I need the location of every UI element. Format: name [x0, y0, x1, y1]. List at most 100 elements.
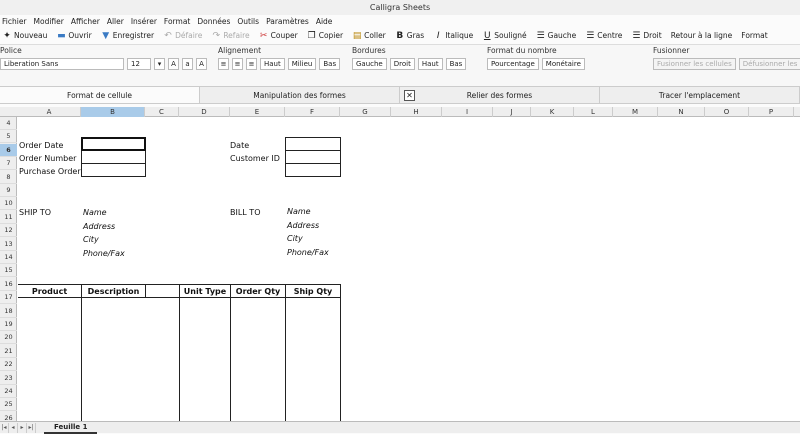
menu-inserer[interactable]: Insérer: [131, 17, 157, 26]
column-header-f[interactable]: F: [285, 107, 340, 117]
row-header-5[interactable]: 5: [0, 130, 17, 144]
menu-format[interactable]: Format: [164, 17, 190, 26]
wrap-text-button[interactable]: Retour à la ligne: [671, 31, 733, 40]
prev-sheet-icon[interactable]: ◂: [9, 422, 18, 433]
column-header-p[interactable]: P: [749, 107, 794, 117]
column-header-b[interactable]: B: [81, 107, 145, 117]
tab-connect-shapes[interactable]: ✕ Relier des formes: [400, 87, 600, 103]
row-header-21[interactable]: 21: [0, 345, 17, 358]
row-header-24[interactable]: 24: [0, 385, 17, 398]
open-button[interactable]: ▬ Ouvrir: [56, 31, 92, 41]
align-right-icon[interactable]: ≡: [246, 58, 257, 70]
last-sheet-icon[interactable]: ▸|: [27, 422, 36, 433]
column-header-m[interactable]: M: [613, 107, 658, 117]
customer-info-box[interactable]: [285, 137, 341, 177]
column-header-n[interactable]: N: [658, 107, 705, 117]
align-center-icon[interactable]: ≡: [232, 58, 243, 70]
bold-button[interactable]: B Gras: [395, 31, 424, 41]
border-right-button[interactable]: Droit: [389, 58, 415, 70]
row-header-16[interactable]: 16: [0, 278, 17, 291]
row-header-9[interactable]: 9: [0, 184, 17, 197]
tab-cell-format[interactable]: Format de cellule: [0, 87, 200, 103]
row-header-17[interactable]: 17: [0, 291, 17, 305]
tab-trace-location[interactable]: Tracer l'emplacement: [600, 87, 800, 103]
column-header-k[interactable]: K: [531, 107, 574, 117]
money-button[interactable]: Monétaire: [541, 58, 585, 70]
row-header-15[interactable]: 15: [0, 264, 17, 278]
tab-shape-manipulation[interactable]: Manipulation des formes: [200, 87, 400, 103]
border-left-button[interactable]: Gauche: [352, 58, 387, 70]
sheet-tab[interactable]: Feuille 1: [44, 422, 98, 434]
font-group: Police Liberation Sans 12 ▾ A a A: [0, 45, 215, 70]
align-center-button[interactable]: ☰ Centre: [585, 31, 622, 41]
row-header-18[interactable]: 18: [0, 305, 17, 318]
align-middle-button[interactable]: Milieu: [287, 58, 317, 70]
column-header-j[interactable]: J: [493, 107, 531, 117]
border-bottom-button[interactable]: Bas: [445, 58, 467, 70]
align-right-button[interactable]: ☰ Droit: [631, 31, 661, 41]
percent-button[interactable]: Pourcentage: [487, 58, 539, 70]
column-header-e[interactable]: E: [230, 107, 285, 117]
align-bottom-button[interactable]: Bas: [319, 58, 341, 70]
first-sheet-icon[interactable]: |◂: [0, 422, 9, 433]
next-sheet-icon[interactable]: ▸: [18, 422, 27, 433]
row-header-8[interactable]: 8: [0, 171, 17, 184]
shrink-font-icon[interactable]: a: [182, 58, 193, 70]
close-icon[interactable]: ✕: [404, 90, 415, 101]
copy-button[interactable]: ❐ Copier: [307, 31, 343, 41]
column-header-d[interactable]: D: [179, 107, 230, 117]
format-button[interactable]: Format: [741, 31, 767, 40]
align-top-button[interactable]: Haut: [260, 58, 285, 70]
unmerge-cells-button[interactable]: Défusionner les cellules: [738, 58, 800, 70]
new-button[interactable]: ✦ Nouveau: [2, 31, 47, 41]
column-header-l[interactable]: L: [574, 107, 613, 117]
merge-cells-button[interactable]: Fusionner les cellules: [653, 58, 736, 70]
row-header-4[interactable]: 4: [0, 117, 17, 130]
row-header-20[interactable]: 20: [0, 331, 17, 345]
column-header-c[interactable]: C: [145, 107, 179, 117]
row-header-6[interactable]: 6: [0, 143, 17, 157]
redo-button[interactable]: ↷ Refaire: [211, 31, 250, 41]
undo-button[interactable]: ↶ Défaire: [163, 31, 202, 41]
align-left-button[interactable]: ☰ Gauche: [536, 31, 577, 41]
row-header-10[interactable]: 10: [0, 197, 17, 211]
row-header-22[interactable]: 22: [0, 358, 17, 372]
spreadsheet-grid[interactable]: ABCDEFGHIJKLMNOP 4 5 6 7 8 9 10 11 12 13 14 15 16 17 1…: [0, 107, 800, 427]
italic-button[interactable]: I Italique: [433, 31, 473, 41]
font-size-dropdown-icon[interactable]: ▾: [154, 58, 165, 70]
column-header-i[interactable]: I: [442, 107, 493, 117]
font-name-combo[interactable]: Liberation Sans: [0, 58, 124, 70]
cut-button[interactable]: ✂ Couper: [259, 31, 298, 41]
column-header-g[interactable]: G: [340, 107, 391, 117]
align-left-icon[interactable]: ≡: [218, 58, 229, 70]
order-date-label: Order Date: [19, 141, 64, 150]
underline-button[interactable]: U Souligné: [482, 31, 527, 41]
column-header-o[interactable]: O: [705, 107, 749, 117]
font-group-title: Police: [0, 46, 22, 55]
row-header-13[interactable]: 13: [0, 238, 17, 251]
selected-cell-b6[interactable]: [81, 137, 146, 151]
grow-font-icon[interactable]: A: [168, 58, 179, 70]
column-header-a[interactable]: A: [18, 107, 81, 117]
row-header-11[interactable]: 11: [0, 211, 17, 224]
row-header-12[interactable]: 12: [0, 224, 17, 238]
menu-aide[interactable]: Aide: [316, 17, 333, 26]
menu-aller[interactable]: Aller: [107, 17, 124, 26]
column-header-h[interactable]: H: [391, 107, 442, 117]
menu-donnees[interactable]: Données: [197, 17, 230, 26]
save-button[interactable]: ▼ Enregistrer: [101, 31, 154, 41]
row-header-23[interactable]: 23: [0, 372, 17, 385]
font-size-combo[interactable]: 12: [127, 58, 151, 70]
row-header-14[interactable]: 14: [0, 251, 17, 264]
font-color-icon[interactable]: A: [196, 58, 207, 70]
menu-parametres[interactable]: Paramètres: [266, 17, 309, 26]
menu-afficher[interactable]: Afficher: [71, 17, 100, 26]
border-top-button[interactable]: Haut: [417, 58, 443, 70]
row-header-19[interactable]: 19: [0, 318, 17, 331]
row-header-7[interactable]: 7: [0, 157, 17, 171]
menu-fichier[interactable]: Fichier: [2, 17, 27, 26]
paste-button[interactable]: ▤ Coller: [352, 31, 386, 41]
menu-outils[interactable]: Outils: [237, 17, 259, 26]
row-header-25[interactable]: 25: [0, 398, 17, 412]
menu-modifier[interactable]: Modifier: [34, 17, 64, 26]
